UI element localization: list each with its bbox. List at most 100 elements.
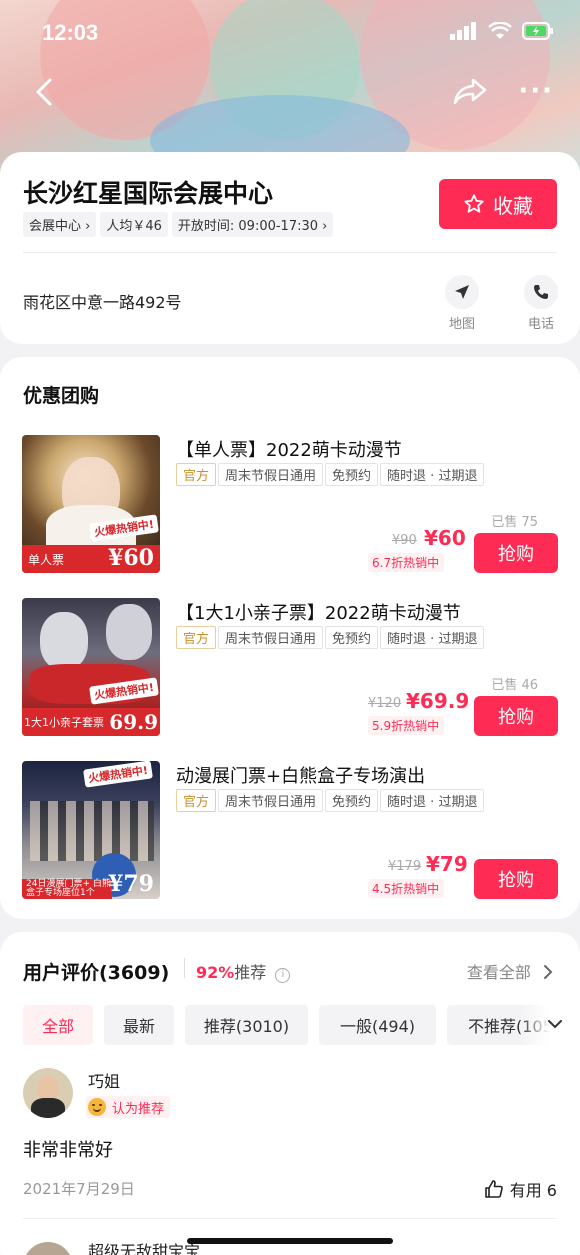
deal-tag: 免预约 xyxy=(325,626,379,649)
recommend-rate: 92%推荐 i xyxy=(196,959,291,983)
buy-button[interactable]: 抢购 xyxy=(474,696,558,736)
venue-price-tag: 人均￥46 xyxy=(100,212,168,237)
chevron-right-icon xyxy=(544,965,553,979)
recommend-percent: 92% xyxy=(196,963,235,982)
current-price: ¥79 xyxy=(426,852,468,876)
useful-button[interactable]: 有用 6 xyxy=(484,1177,557,1201)
deal-thumbnail: 火爆热销中! 单人票 ¥60 xyxy=(22,435,160,573)
view-all-reviews-link[interactable]: 查看全部 xyxy=(467,959,554,983)
more-options-icon[interactable]: ··· xyxy=(518,76,554,106)
deal-thumbnail: 火爆热销中! 24日漫展门票+ 白熊盒子专场座位1个 ¥79 xyxy=(22,761,160,899)
reviews-title: 用户评价(3609) xyxy=(23,962,170,984)
venue-address: 雨花区中意一路492号 xyxy=(23,293,182,312)
deals-section-title: 优惠团购 xyxy=(23,385,100,407)
discount-badge: 6.7折热销中 xyxy=(368,553,445,572)
favorite-button[interactable]: 收藏 xyxy=(439,179,557,229)
deal-thumbnail: 火爆热销中! 1大1小亲子套票 69.9 xyxy=(22,598,160,736)
thumb-price: ¥79 xyxy=(108,871,154,897)
map-button[interactable]: 地图 xyxy=(442,275,482,332)
deal-tag: 随时退 · 过期退 xyxy=(380,626,485,649)
filter-recommend[interactable]: 推荐(3010) xyxy=(185,1005,308,1045)
deal-title: 【单人票】2022萌卡动漫节 xyxy=(176,440,402,461)
top-navigation: ··· xyxy=(0,72,580,112)
filter-latest[interactable]: 最新 xyxy=(104,1005,174,1045)
avatar[interactable] xyxy=(23,1242,73,1255)
deal-item[interactable]: 火爆热销中! 24日漫展门票+ 白熊盒子专场座位1个 ¥79 动漫展门票+白熊盒… xyxy=(22,761,558,899)
current-price: ¥69.9 xyxy=(406,689,470,713)
official-tag: 官方 xyxy=(176,789,217,812)
deal-item[interactable]: 火爆热销中! 1大1小亲子套票 69.9 【1大1小亲子票】2022萌卡动漫节 … xyxy=(22,598,558,736)
deal-title: 动漫展门票+白熊盒子专场演出 xyxy=(176,766,426,787)
deal-title: 【1大1小亲子票】2022萌卡动漫节 xyxy=(176,603,461,624)
official-tag: 官方 xyxy=(176,463,217,486)
deal-tag: 周末节假日通用 xyxy=(218,626,324,649)
original-price: ¥120 xyxy=(368,696,402,711)
buy-button[interactable]: 抢购 xyxy=(474,533,558,573)
signal-icon xyxy=(450,22,476,40)
original-price: ¥179 xyxy=(388,859,422,874)
filter-all[interactable]: 全部 xyxy=(23,1005,93,1045)
current-price: ¥60 xyxy=(424,526,466,550)
venue-hours-tag[interactable]: 开放时间: 09:00-17:30 › xyxy=(171,212,334,237)
deal-tag: 周末节假日通用 xyxy=(218,463,324,486)
chevron-down-icon[interactable] xyxy=(547,1018,563,1030)
reviewer-name[interactable]: 超级无敌甜宝宝 xyxy=(88,1238,200,1255)
phone-button[interactable]: 电话 xyxy=(521,275,561,332)
sold-count: 已售 46 xyxy=(491,678,538,693)
thumb-price: ¥60 xyxy=(108,545,154,571)
favorite-label: 收藏 xyxy=(493,193,533,218)
group-deals-card: 优惠团购 火爆热销中! 单人票 ¥60 【单人票】2022萌卡动漫节 官方 周末节… xyxy=(0,357,580,919)
battery-icon xyxy=(522,22,553,40)
info-icon[interactable]: i xyxy=(275,968,291,983)
recommend-label: 推荐 xyxy=(234,963,267,982)
venue-tags: 会展中心 › 人均￥46 开放时间: 09:00-17:30 › xyxy=(23,212,337,237)
thumb-hot-label: 火爆热销中! xyxy=(83,761,153,788)
star-icon xyxy=(464,194,484,213)
user-reviews-card: 用户评价(3609) 92%推荐 i 查看全部 全部 最新 推荐(3010) 一… xyxy=(0,932,580,1255)
venue-name: 长沙红星国际会展中心 xyxy=(23,179,274,208)
divider xyxy=(23,252,557,253)
phone-label: 电话 xyxy=(527,317,554,332)
review-text: 非常非常好 xyxy=(23,1140,113,1161)
discount-badge: 5.9折热销中 xyxy=(368,716,445,735)
status-time: 12:03 xyxy=(42,20,99,45)
divider xyxy=(184,958,185,978)
thumbs-up-icon xyxy=(484,1180,503,1198)
venue-category-tag[interactable]: 会展中心 › xyxy=(23,212,97,237)
deal-tag: 免预约 xyxy=(325,463,379,486)
phone-icon xyxy=(534,285,548,299)
sold-count: 已售 75 xyxy=(491,515,538,530)
deal-item[interactable]: 火爆热销中! 单人票 ¥60 【单人票】2022萌卡动漫节 官方 周末节假日通用免… xyxy=(22,435,558,573)
deal-tags: 官方 周末节假日通用 免预约 随时退 · 过期退 xyxy=(176,463,486,486)
status-bar: 12:03 xyxy=(0,18,580,52)
map-label: 地图 xyxy=(448,317,475,332)
divider xyxy=(23,1218,557,1219)
filter-average[interactable]: 一般(494) xyxy=(319,1005,436,1045)
deal-tag: 免预约 xyxy=(325,789,379,812)
deal-tag: 随时退 · 过期退 xyxy=(380,789,485,812)
deal-tags: 官方 周末节假日通用 免预约 随时退 · 过期退 xyxy=(176,626,486,649)
avatar[interactable] xyxy=(23,1068,73,1118)
view-all-label: 查看全部 xyxy=(466,963,531,982)
share-icon[interactable] xyxy=(452,76,488,106)
navigation-arrow-icon xyxy=(455,285,469,299)
deal-tag: 周末节假日通用 xyxy=(218,789,324,812)
smile-emoji-icon xyxy=(88,1098,106,1116)
useful-label: 有用 6 xyxy=(509,1181,557,1200)
reviewer-name[interactable]: 巧姐 xyxy=(88,1068,120,1092)
home-indicator[interactable] xyxy=(187,1238,393,1244)
review-date: 2021年7月29日 xyxy=(23,1180,135,1198)
deal-tag: 随时退 · 过期退 xyxy=(380,463,485,486)
thumb-ribbon: 24日漫展门票+ 白熊盒子专场座位1个 xyxy=(22,879,112,899)
back-arrow-icon[interactable] xyxy=(32,74,56,110)
recommend-badge-label: 认为推荐 xyxy=(112,1101,165,1117)
buy-button[interactable]: 抢购 xyxy=(474,859,558,899)
official-tag: 官方 xyxy=(176,626,217,649)
venue-info-card: 长沙红星国际会展中心 会展中心 › 人均￥46 开放时间: 09:00-17:30 … xyxy=(0,152,580,344)
original-price: ¥90 xyxy=(392,533,417,548)
recommend-badge: 认为推荐 xyxy=(86,1096,171,1118)
discount-badge: 4.5折热销中 xyxy=(368,879,445,898)
wifi-icon xyxy=(488,22,512,39)
thumb-price: 69.9 xyxy=(109,710,158,734)
deal-tags: 官方 周末节假日通用 免预约 随时退 · 过期退 xyxy=(176,789,486,812)
